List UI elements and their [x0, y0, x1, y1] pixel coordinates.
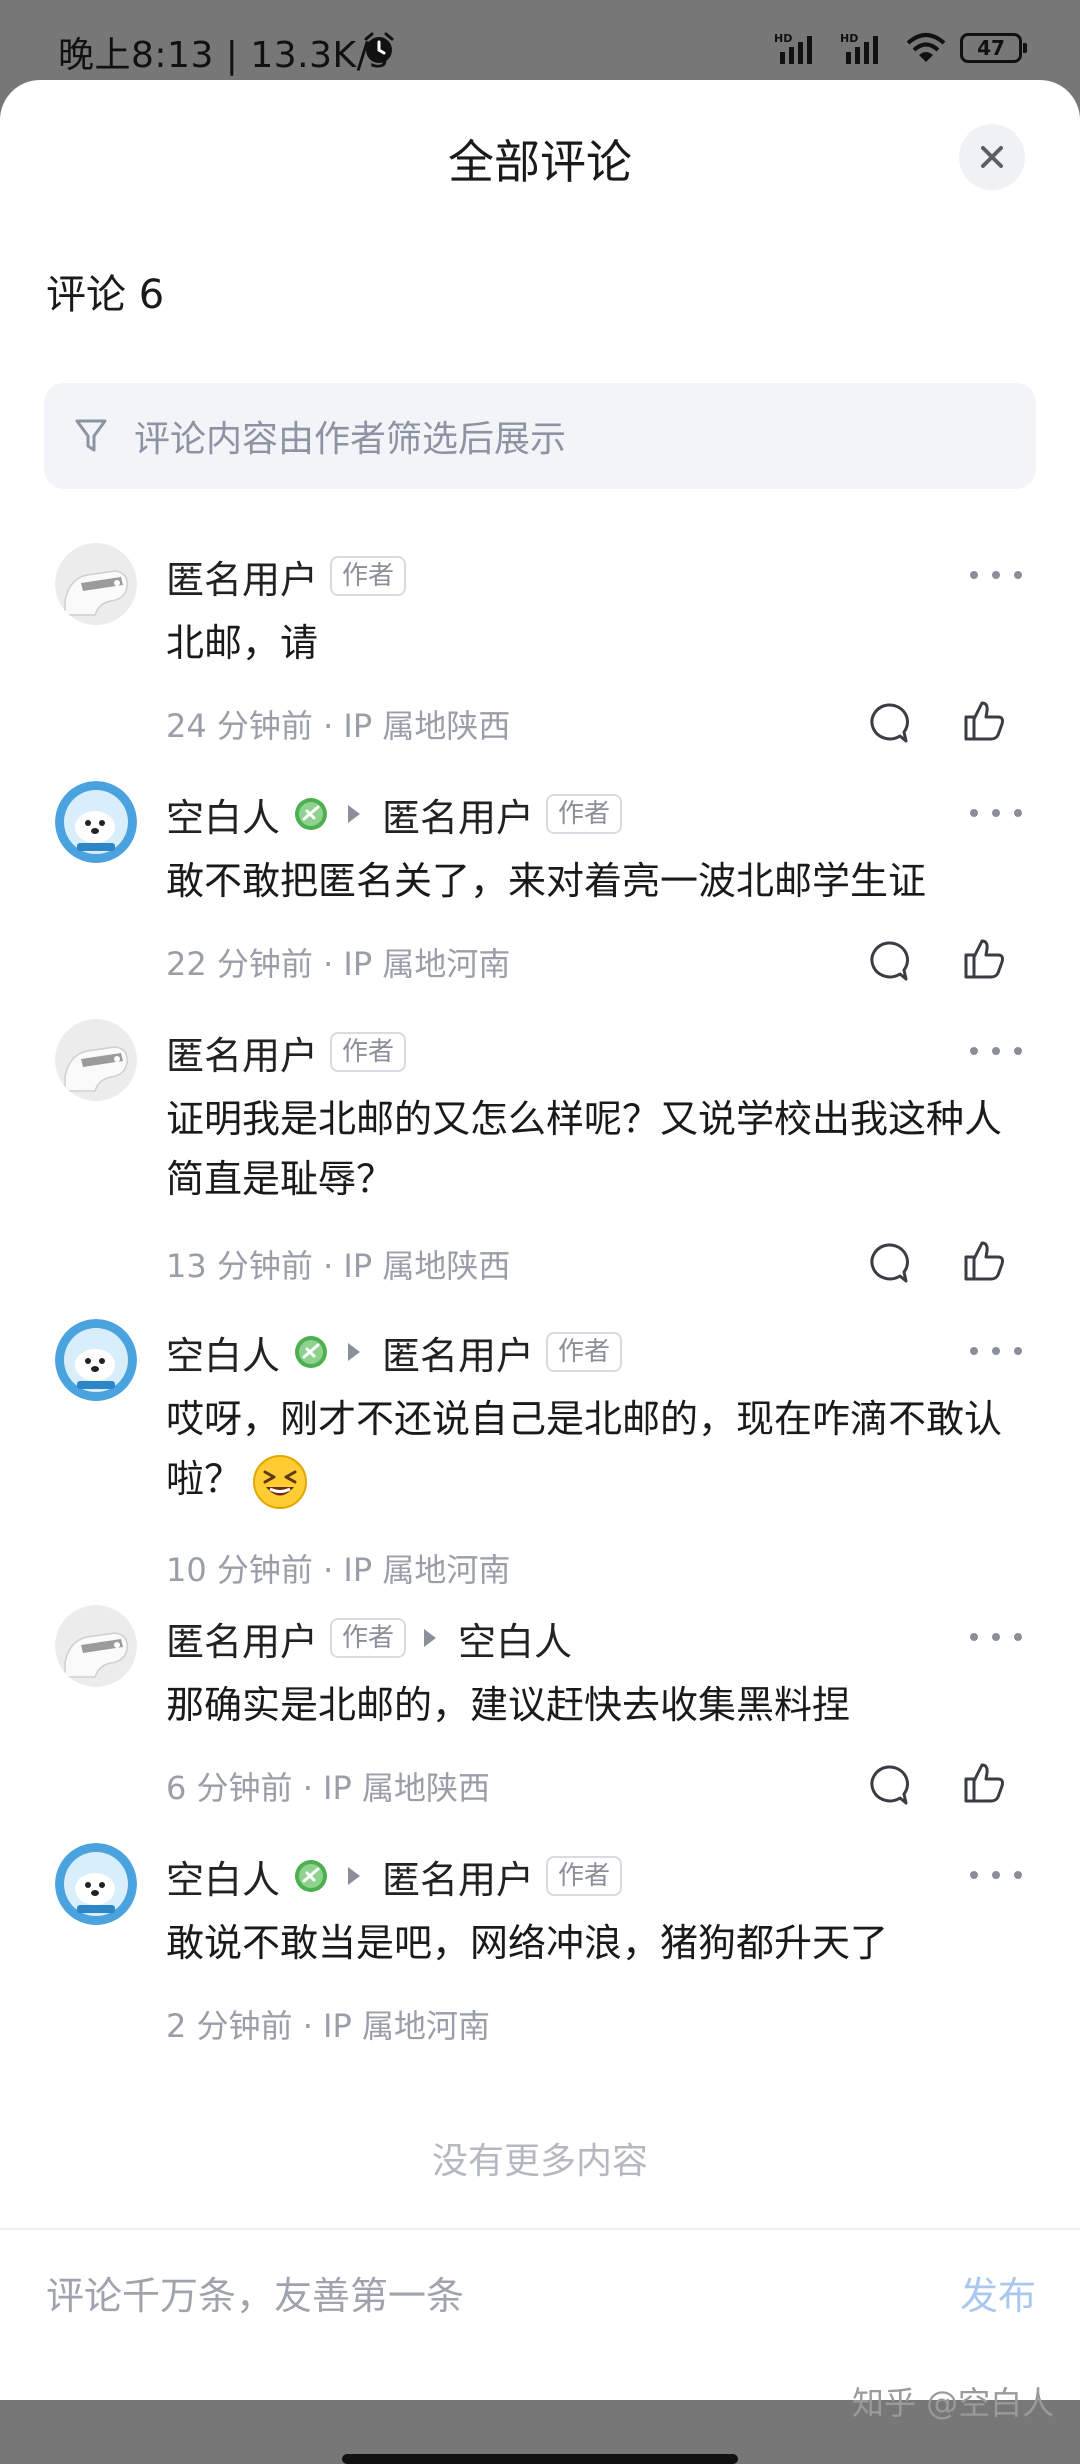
comment-username[interactable]: 空白人 — [166, 1325, 280, 1380]
comment-input[interactable]: 评论千万条，友善第一条 — [46, 2265, 464, 2320]
more-options-icon[interactable] — [964, 565, 1028, 585]
reply-to-arrow-icon — [348, 1867, 361, 1885]
alarm-icon — [364, 32, 394, 63]
verified-badge-icon — [295, 798, 328, 830]
comment-username[interactable]: 空白人 — [166, 1849, 280, 1904]
reply-to-username[interactable]: 匿名用户 — [382, 1325, 534, 1380]
user-avatar-icon — [55, 1319, 137, 1401]
sheet-title: 全部评论 — [448, 135, 632, 189]
author-tag: 作者 — [330, 1032, 407, 1072]
comment-meta: 2 分钟前 · IP 属地河南 — [166, 2007, 490, 2045]
like-icon[interactable] — [960, 1237, 1008, 1285]
signal-hd-1-icon: HD — [774, 32, 812, 64]
reply-icon[interactable] — [866, 1241, 910, 1285]
close-button[interactable] — [959, 124, 1025, 190]
reply-to-username[interactable]: 空白人 — [458, 1611, 572, 1666]
filter-notice-text: 评论内容由作者筛选后展示 — [134, 419, 567, 460]
reply-to-arrow-icon — [348, 805, 361, 823]
more-options-icon[interactable] — [964, 1865, 1028, 1885]
input-divider — [0, 2228, 1080, 2230]
comment-username[interactable]: 空白人 — [166, 787, 280, 842]
anonymous-avatar-icon — [55, 543, 137, 625]
reply-icon[interactable] — [866, 1763, 910, 1807]
author-tag: 作者 — [546, 794, 623, 834]
verified-badge-icon — [295, 1336, 328, 1368]
like-icon[interactable] — [960, 935, 1008, 983]
comment-text: 哎呀，刚才不还说自己是北邮的，现在咋滴不敢认啦？ — [166, 1389, 1006, 1510]
battery-indicator: 47 — [960, 33, 1027, 63]
avatar-user[interactable] — [55, 1319, 137, 1401]
svg-text:HD: HD — [774, 32, 792, 45]
no-more-content: 没有更多内容 — [431, 2141, 648, 2182]
reply-icon[interactable] — [866, 939, 910, 983]
more-options-icon[interactable] — [964, 1341, 1028, 1361]
filter-notice: 评论内容由作者筛选后展示 — [44, 383, 1036, 489]
comments-sheet: 全部评论 评论 6 评论内容由作者筛选后展示 匿名用户 作者 北邮，请 24 分… — [0, 80, 1080, 2464]
reply-to-arrow-icon — [348, 1343, 361, 1361]
reply-to-arrow-icon — [424, 1629, 437, 1647]
comment-username[interactable]: 匿名用户 — [166, 549, 318, 604]
anonymous-avatar-icon — [55, 1019, 137, 1101]
comment-text: 那确实是北邮的，建议赶快去收集黑料捏 — [166, 1683, 851, 1727]
signal-hd-2-icon: HD — [840, 32, 878, 64]
comment-text: 敢不敢把匿名关了，来对着亮一波北邮学生证 — [166, 859, 927, 903]
reply-to-username[interactable]: 匿名用户 — [382, 1849, 534, 1904]
home-indicator[interactable] — [342, 2454, 738, 2464]
verified-badge-icon — [295, 1860, 328, 1892]
grinning-squint-emoji-icon — [253, 1454, 308, 1509]
status-time: 晚上8:13 | 13.3K/s — [58, 35, 389, 76]
like-icon[interactable] — [960, 697, 1008, 745]
comment-username[interactable]: 匿名用户 — [166, 1611, 318, 1666]
anonymous-avatar-icon — [55, 1605, 137, 1687]
comment-username[interactable]: 匿名用户 — [166, 1025, 318, 1080]
comment-meta: 10 分钟前 · IP 属地河南 — [166, 1551, 511, 1589]
comment-meta: 13 分钟前 · IP 属地陕西 — [166, 1247, 511, 1285]
avatar-user[interactable] — [55, 1843, 137, 1925]
publish-button[interactable]: 发布 — [960, 2265, 1036, 2320]
comment-meta: 24 分钟前 · IP 属地陕西 — [166, 707, 511, 745]
avatar-anonymous[interactable] — [55, 1605, 137, 1687]
filter-icon — [75, 419, 107, 452]
user-avatar-icon — [55, 781, 137, 863]
comment-meta: 6 分钟前 · IP 属地陕西 — [166, 1769, 490, 1807]
comment-text: 北邮，请 — [166, 621, 319, 665]
avatar-user[interactable] — [55, 781, 137, 863]
svg-text:HD: HD — [840, 32, 858, 45]
author-tag: 作者 — [330, 556, 407, 596]
author-tag: 作者 — [546, 1332, 623, 1372]
close-icon — [981, 146, 1003, 168]
author-tag: 作者 — [330, 1618, 407, 1658]
user-avatar-icon — [55, 1843, 137, 1925]
more-options-icon[interactable] — [964, 1041, 1028, 1061]
comment-text: 证明我是北邮的又怎么样呢？又说学校出我这种人简直是耻辱？ — [166, 1097, 1003, 1201]
wifi-icon — [906, 33, 946, 62]
comment-meta: 22 分钟前 · IP 属地河南 — [166, 945, 511, 983]
watermark: 知乎 @空白人 — [852, 2384, 1055, 2422]
author-tag: 作者 — [546, 1856, 623, 1896]
reply-to-username[interactable]: 匿名用户 — [382, 787, 534, 842]
reply-icon[interactable] — [866, 701, 910, 745]
comment-count: 评论 6 — [46, 272, 165, 318]
like-icon[interactable] — [960, 1759, 1008, 1807]
avatar-anonymous[interactable] — [55, 1019, 137, 1101]
more-options-icon[interactable] — [964, 803, 1028, 823]
comment-text: 敢说不敢当是吧，网络冲浪，猪狗都升天了 — [166, 1921, 889, 1965]
more-options-icon[interactable] — [964, 1627, 1028, 1647]
status-bar: 晚上8:13 | 13.3K/s HD HD 47 — [0, 0, 1080, 80]
avatar-anonymous[interactable] — [55, 543, 137, 625]
